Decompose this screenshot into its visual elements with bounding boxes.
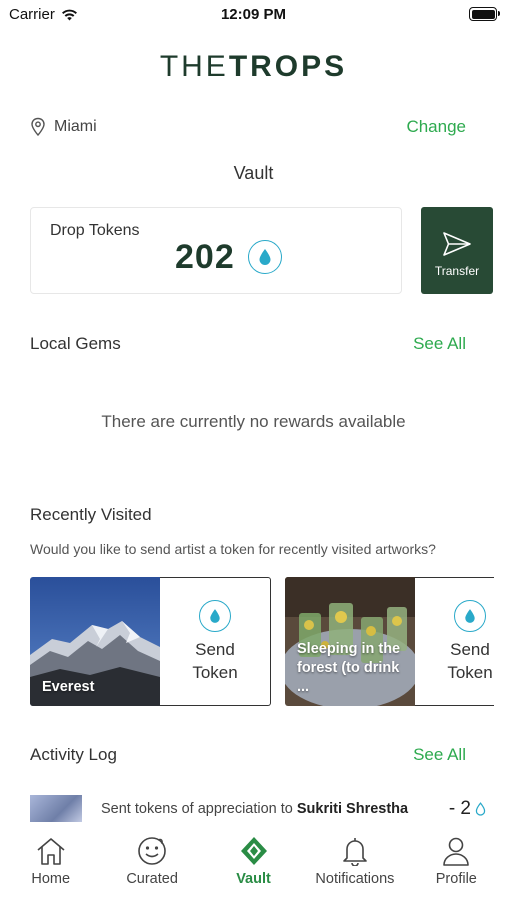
activity-log-title: Activity Log xyxy=(30,745,117,764)
status-time: 12:09 PM xyxy=(220,6,287,23)
bottom-tab-bar: Home Curated Vault Notifications Profile xyxy=(0,822,507,900)
tab-label: Notifications xyxy=(315,871,395,887)
app-logo: THETROPS xyxy=(0,50,507,84)
artwork-title: Everest xyxy=(42,679,95,695)
local-gems-empty-message: There are currently no rewards available xyxy=(101,412,406,431)
curated-face-icon xyxy=(138,837,166,865)
activity-amount: - 2 xyxy=(449,798,486,820)
activity-thumbnail xyxy=(30,795,82,823)
change-location-button[interactable]: Change xyxy=(406,117,466,137)
send-token-button[interactable]: Send Token xyxy=(160,577,271,706)
logo-bold-part: TROPS xyxy=(228,50,348,83)
transfer-label: Transfer xyxy=(434,263,480,278)
tab-label: Curated xyxy=(126,871,178,887)
vault-diamond-icon xyxy=(240,837,267,865)
tab-label: Vault xyxy=(236,871,271,887)
drop-tokens-card: Drop Tokens 202 xyxy=(30,207,402,294)
tab-vault[interactable]: Vault xyxy=(203,822,304,900)
drop-token-icon xyxy=(248,240,282,274)
bell-icon xyxy=(343,838,367,866)
location-row: Miami Change xyxy=(30,115,466,139)
page-title: Vault xyxy=(233,163,274,183)
recently-visited-carousel[interactable]: Everest Send Token Sleeping in the fores… xyxy=(30,577,494,706)
send-token-label: Send Token xyxy=(447,639,493,682)
artwork-title: Sleeping in the forest (to drink ... xyxy=(297,641,401,695)
activity-log-entry[interactable]: Sent tokens of appreciation to Sukriti S… xyxy=(30,795,486,823)
activity-log-header: Activity Log See All xyxy=(30,745,466,765)
activity-recipient-name: Sukriti Shrestha xyxy=(296,801,409,817)
activity-log-see-all-button[interactable]: See All xyxy=(413,745,466,765)
artwork-image[interactable]: Everest xyxy=(30,577,160,706)
artwork-image[interactable]: Sleeping in the forest (to drink ... xyxy=(285,577,415,706)
drop-tokens-count: 202 xyxy=(175,238,235,276)
drop-token-icon xyxy=(454,599,486,632)
activity-text: Sent tokens of appreciation to Sukriti S… xyxy=(101,801,408,817)
recently-visited-card[interactable]: Everest Send Token xyxy=(30,577,271,706)
logo-light-part: THE xyxy=(159,50,229,83)
send-token-label: Send Token xyxy=(192,639,238,682)
home-icon xyxy=(37,838,65,865)
tab-notifications[interactable]: Notifications xyxy=(304,822,405,900)
drop-tokens-label: Drop Tokens xyxy=(50,222,140,239)
drop-outline-icon xyxy=(475,802,486,816)
transfer-button[interactable]: Transfer xyxy=(421,207,493,294)
recently-visited-title: Recently Visited xyxy=(30,505,152,524)
tab-label: Home xyxy=(31,871,71,887)
status-bar: Carrier 12:09 PM xyxy=(0,0,507,30)
profile-icon xyxy=(443,837,470,866)
tab-curated[interactable]: Curated xyxy=(101,822,202,900)
battery-icon xyxy=(469,7,500,21)
local-gems-see-all-button[interactable]: See All xyxy=(413,334,466,354)
recently-visited-card[interactable]: Sleeping in the forest (to drink ... Sen… xyxy=(285,577,494,706)
location-city: Miami xyxy=(54,118,97,135)
send-icon xyxy=(443,231,471,256)
send-token-button[interactable]: Send Token xyxy=(415,577,494,706)
tab-home[interactable]: Home xyxy=(0,822,101,900)
tab-profile[interactable]: Profile xyxy=(406,822,507,900)
activity-text-prefix: Sent tokens of appreciation to xyxy=(101,801,297,817)
local-gems-header: Local Gems See All xyxy=(30,334,466,354)
location-pin-icon xyxy=(31,117,45,137)
activity-amount-value: - 2 xyxy=(448,798,471,819)
local-gems-title: Local Gems xyxy=(30,334,121,353)
recently-visited-subtitle: Would you like to send artist a token fo… xyxy=(30,541,436,557)
drop-token-icon xyxy=(199,599,231,632)
tab-label: Profile xyxy=(435,871,477,887)
